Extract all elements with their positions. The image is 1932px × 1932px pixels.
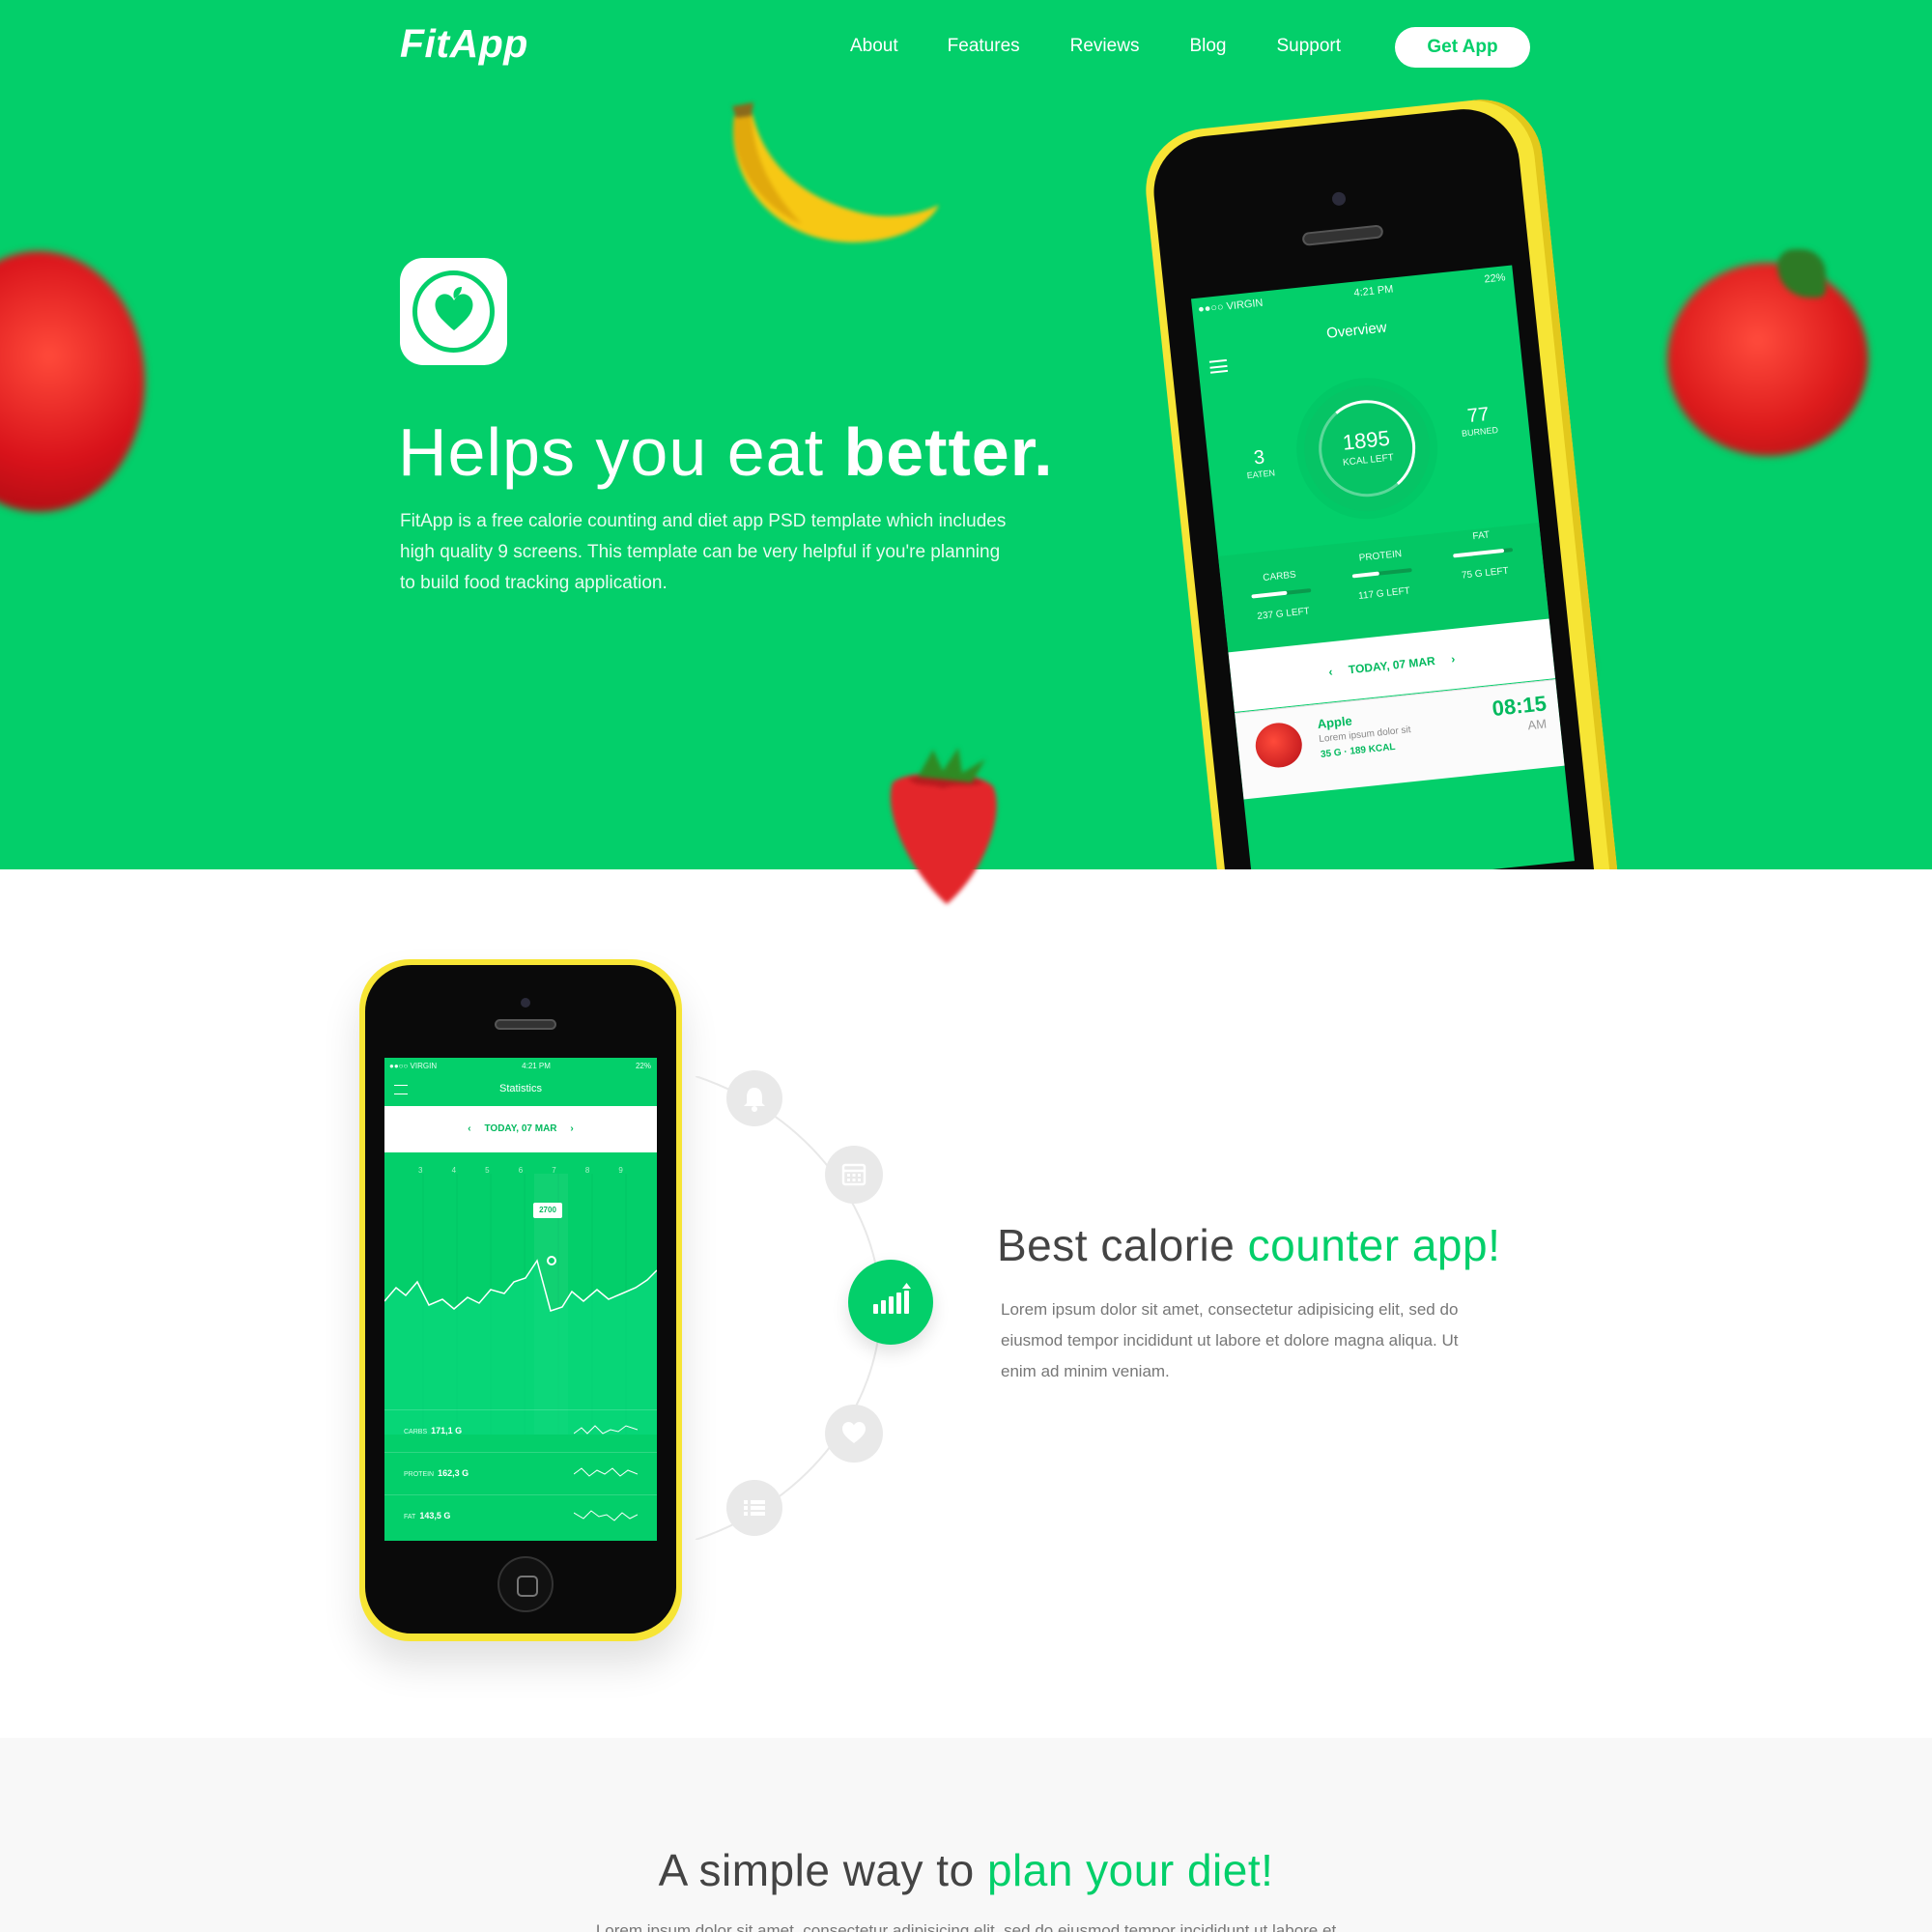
hero-description: FitApp is a free calorie counting and di… — [400, 511, 1007, 593]
tomato-image — [1667, 263, 1868, 456]
logo[interactable]: FitApp — [400, 21, 528, 67]
bell-icon[interactable] — [726, 1070, 782, 1126]
tomato-image — [0, 251, 145, 512]
overview-phone-mockup: ●●○○ VIRGIN 4:21 PM 22% Overview 3 EATEN… — [1140, 93, 1627, 869]
get-app-button[interactable]: Get App — [1395, 27, 1530, 68]
banana-image — [732, 102, 939, 242]
burned-stat: 77 BURNED — [1461, 403, 1499, 439]
list-icon[interactable] — [726, 1480, 782, 1536]
macro-protein: PROTEIN 117 G LEFT — [1337, 547, 1429, 604]
phone-camera — [521, 998, 530, 1008]
nav-support[interactable]: Support — [1276, 33, 1341, 60]
kcal-ring: 1895 KCAL LEFT — [1297, 379, 1436, 518]
status-bar: ●●○○ VIRGIN 4:21 PM 22% — [389, 1062, 651, 1070]
plan-section: A simple way to plan your diet! Lorem ip… — [0, 1738, 1932, 1932]
hero-section: FitApp About Features Reviews Blog Suppo… — [0, 0, 1932, 869]
apple-image — [1253, 721, 1305, 770]
hero-title: Helps you eat better. — [398, 414, 1054, 490]
chevron-left-icon[interactable]: ‹ — [1328, 664, 1347, 678]
home-button[interactable] — [497, 1556, 554, 1612]
stats-icon[interactable] — [848, 1260, 933, 1345]
phone-speaker — [495, 1019, 556, 1030]
calendar-icon[interactable] — [825, 1146, 883, 1204]
phone-camera — [1331, 191, 1347, 207]
chevron-right-icon[interactable]: › — [1437, 652, 1455, 668]
macro-carbs: CARBS 237 G LEFT — [1236, 567, 1327, 624]
chevron-left-icon[interactable]: ‹ — [468, 1123, 481, 1134]
menu-icon[interactable] — [1208, 358, 1229, 374]
plan-title: A simple way to plan your diet! — [658, 1845, 1274, 1895]
phone-speaker — [1301, 224, 1384, 246]
overview-screen: ●●○○ VIRGIN 4:21 PM 22% Overview 3 EATEN… — [1190, 265, 1575, 869]
main-nav: About Features Reviews Blog Support — [850, 33, 1391, 60]
status-bar: ●●○○ VIRGIN 4:21 PM 22% — [1197, 271, 1507, 316]
nav-blog[interactable]: Blog — [1189, 33, 1226, 60]
date-label: TODAY, 07 MAR — [1348, 654, 1436, 677]
plan-description: Lorem ipsum dolor sit amet, consectetur … — [595, 1921, 1337, 1932]
feature-title: Best calorie counter app! — [997, 1220, 1501, 1270]
macro-fat: FAT 75 G LEFT — [1437, 526, 1529, 583]
app-icon — [400, 258, 507, 365]
eaten-stat: 3 EATEN — [1246, 446, 1276, 481]
nav-features[interactable]: Features — [948, 33, 1020, 60]
nav-reviews[interactable]: Reviews — [1070, 33, 1140, 60]
screen-title: Overview — [1325, 319, 1388, 342]
strawberry-image — [890, 748, 997, 904]
heart-apple-icon — [435, 287, 473, 330]
heart-icon[interactable] — [825, 1405, 883, 1463]
nav-about[interactable]: About — [850, 33, 898, 60]
feature-description: Lorem ipsum dolor sit amet, consectetur … — [1001, 1300, 1459, 1380]
